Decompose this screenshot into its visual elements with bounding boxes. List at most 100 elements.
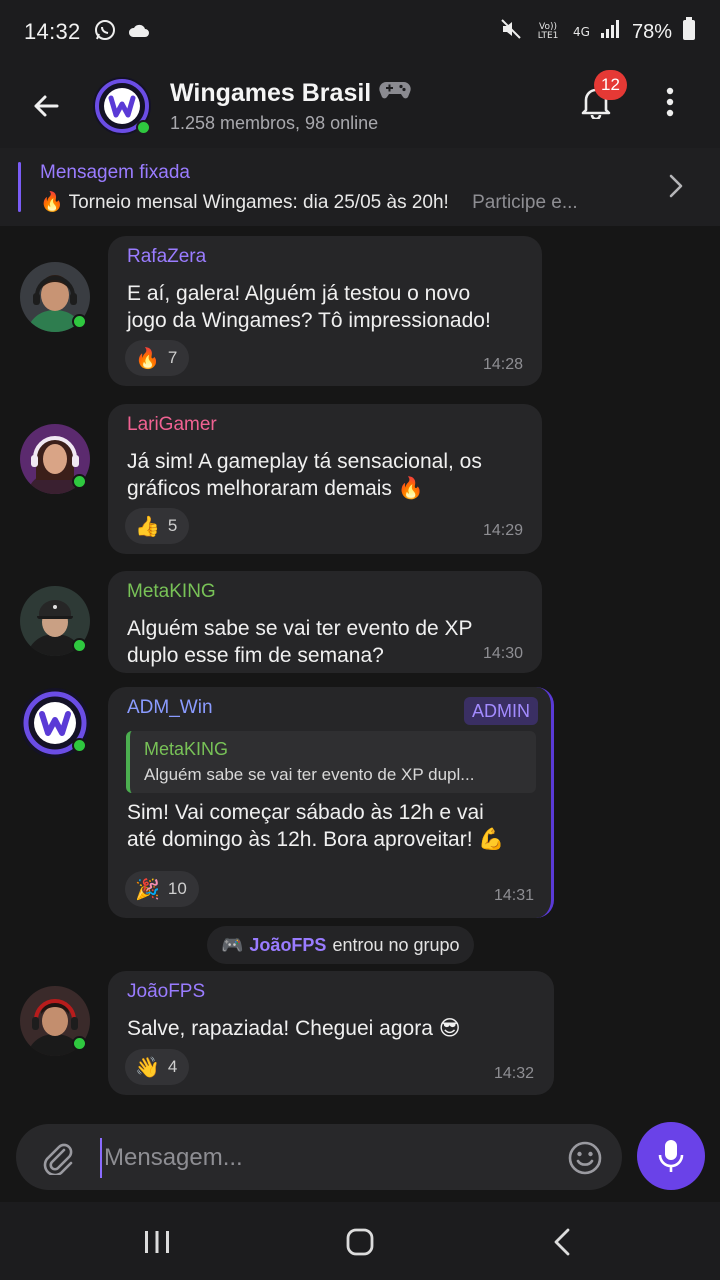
message-bubble[interactable]: RafaZera E aí, galera! Alguém já testou … [108, 236, 542, 386]
chat-area[interactable]: RafaZera E aí, galera! Alguém já testou … [0, 226, 720, 1106]
online-indicator [72, 474, 87, 489]
recents-icon [145, 1231, 169, 1253]
message-line: até domingo às 12h. Bora aproveitar! 💪 [127, 828, 505, 851]
chevron-right-icon [668, 173, 684, 204]
reaction-count: 5 [167, 516, 178, 535]
home-button[interactable] [336, 1220, 384, 1264]
paperclip-icon [43, 1143, 73, 1175]
reaction-emoji: 🔥 [135, 347, 160, 370]
avatar[interactable] [20, 586, 90, 656]
whatsapp-icon [93, 18, 117, 47]
recent-apps-button[interactable] [133, 1220, 181, 1264]
message-line: Já sim! A gameplay tá sensacional, os [127, 450, 482, 473]
avatar[interactable] [20, 424, 90, 494]
group-title: Wingames Brasil [170, 78, 372, 107]
online-indicator [72, 738, 87, 753]
admin-badge: ADMIN [464, 697, 538, 725]
message-line: Alguém sabe se vai ter evento de XP [127, 617, 473, 640]
message-text: E aí, galera! Alguém já testou o novo jo… [127, 280, 491, 334]
reaction-emoji: 👋 [135, 1056, 160, 1079]
attach-button[interactable] [38, 1138, 78, 1178]
chat-header: Wingames Brasil 1.258 membros, 98 online… [0, 64, 720, 148]
message-line: jogo da Wingames? Tô impressionado! [127, 309, 491, 332]
home-icon [346, 1228, 374, 1256]
quote-text: Alguém sabe se vai ter evento de XP dupl… [144, 765, 475, 784]
smiley-icon [568, 1141, 602, 1175]
online-indicator [136, 120, 151, 135]
battery-percent: 78% [631, 20, 672, 43]
system-event-user[interactable]: JoãoFPS [249, 935, 326, 956]
message-line: duplo esse fim de semana? [127, 644, 384, 667]
pinned-preview: 🔥 Torneio mensal Wingames: dia 25/05 às … [40, 190, 640, 214]
message-sender[interactable]: LariGamer [127, 414, 217, 436]
notification-badge: 12 [594, 70, 627, 100]
message-bubble[interactable]: ADM_Win ADMIN MetaKING Alguém sabe se va… [108, 687, 554, 918]
message-text: Alguém sabe se vai ter evento de XP dupl… [127, 615, 473, 669]
message-sender[interactable]: MetaKING [127, 581, 216, 603]
online-indicator [72, 1036, 87, 1051]
message-bubble[interactable]: JoãoFPS Salve, rapaziada! Cheguei agora … [108, 971, 554, 1095]
quoted-message[interactable]: MetaKING Alguém sabe se vai ter evento d… [126, 731, 536, 793]
more-options-button[interactable] [652, 78, 688, 126]
pinned-label: Mensagem fixada [40, 162, 190, 183]
message-sender[interactable]: RafaZera [127, 246, 206, 268]
message-input[interactable] [100, 1138, 540, 1178]
back-nav-button[interactable] [538, 1220, 586, 1264]
signal-icon [600, 19, 622, 45]
message-line: Sim! Vai começar sábado às 12h e vai [127, 801, 484, 824]
arrow-left-icon [34, 95, 59, 117]
message-input-container [16, 1124, 622, 1190]
online-indicator [72, 638, 87, 653]
microphone-icon [658, 1140, 684, 1172]
group-avatar[interactable] [92, 76, 152, 136]
pinned-preview-tail: Participe e... [472, 192, 578, 213]
reaction-count: 7 [167, 348, 178, 367]
status-bar: 14:32 Vo)) LTE1 4G 78% [0, 0, 720, 64]
reaction-chip[interactable]: 🔥 7 [125, 340, 190, 376]
cloud-icon [127, 21, 151, 44]
emoji-button[interactable] [566, 1139, 604, 1177]
message-time: 14:31 [494, 887, 535, 904]
message-time: 14:30 [483, 645, 524, 662]
gamepad-emoji: 🎮 [221, 934, 244, 955]
voice-record-button[interactable] [637, 1122, 705, 1190]
pinned-message[interactable]: Mensagem fixada 🔥 Torneio mensal Wingame… [0, 148, 720, 226]
reaction-chip[interactable]: 🎉 10 [125, 871, 199, 907]
message-text: Sim! Vai começar sábado às 12h e vai até… [127, 799, 505, 853]
message-text: Já sim! A gameplay tá sensacional, os gr… [127, 448, 482, 502]
pinned-text: Torneio mensal Wingames: dia 25/05 às 20… [68, 192, 449, 213]
message-line: E aí, galera! Alguém já testou o novo [127, 282, 471, 305]
chevron-left-icon [554, 1228, 570, 1256]
avatar[interactable] [20, 688, 90, 758]
message-sender[interactable]: ADM_Win [127, 697, 213, 719]
message-time: 14:28 [483, 356, 524, 373]
reaction-chip[interactable]: 👍 5 [125, 508, 190, 544]
reaction-chip[interactable]: 👋 4 [125, 1049, 190, 1085]
system-event-pill: 🎮 JoãoFPS entrou no grupo [207, 926, 474, 964]
reaction-count: 10 [167, 879, 187, 898]
group-subtitle: 1.258 membros, 98 online [170, 112, 379, 133]
battery-icon [682, 17, 696, 47]
status-time: 14:32 [24, 19, 81, 44]
message-line: gráficos melhoraram demais 🔥 [127, 477, 424, 500]
more-vertical-icon [666, 87, 674, 117]
online-indicator [72, 314, 87, 329]
message-composer [0, 1106, 720, 1202]
message-bubble[interactable]: LariGamer Já sim! A gameplay tá sensacio… [108, 404, 542, 554]
quote-sender: MetaKING [144, 739, 229, 759]
volte-indicator: Vo)) LTE1 [537, 22, 559, 41]
message-sender[interactable]: JoãoFPS [127, 981, 205, 1003]
back-button[interactable] [22, 82, 70, 130]
reaction-count: 4 [167, 1057, 178, 1076]
message-bubble[interactable]: MetaKING Alguém sabe se vai ter evento d… [108, 571, 542, 673]
message-time: 14:29 [483, 522, 524, 539]
reaction-emoji: 🎉 [135, 878, 160, 901]
message-text: Salve, rapaziada! Cheguei agora 😎 [127, 1015, 461, 1042]
avatar[interactable] [20, 986, 90, 1056]
system-event-text: entrou no grupo [332, 934, 460, 955]
gamepad-icon [379, 79, 411, 108]
network-type: 4G [573, 24, 590, 39]
avatar[interactable] [20, 262, 90, 332]
pinned-accent-bar [18, 162, 21, 212]
system-navigation-bar [0, 1202, 720, 1280]
